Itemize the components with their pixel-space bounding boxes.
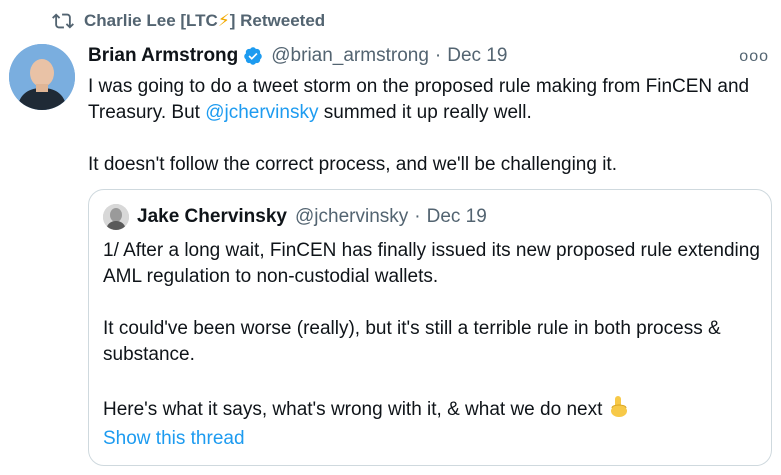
author-name[interactable]: Brian Armstrong <box>88 45 238 67</box>
tweet-text-line2: It doesn't follow the correct process, a… <box>88 154 617 175</box>
verified-badge-icon <box>244 47 263 65</box>
quoted-author-name: Jake Chervinsky <box>137 206 287 227</box>
show-thread-link[interactable]: Show this thread <box>103 428 245 450</box>
author-handle[interactable]: @brian_armstrong <box>271 45 429 67</box>
pointing-down-icon <box>611 396 628 417</box>
quoted-tweet-header: Jake Chervinsky @jchervinsky · Dec 19 <box>103 204 487 230</box>
mention-link[interactable]: @jchervinsky <box>205 102 318 123</box>
tweet-text: I was going to do a tweet storm on the p… <box>88 74 768 178</box>
retweet-context[interactable]: Charlie Lee [LTC⚡] Retweeted <box>52 10 325 32</box>
quoted-tweet-text: 1/ After a long wait, FinCEN has finally… <box>103 238 763 423</box>
tweet-header: Brian Armstrong @brian_armstrong · Dec 1… <box>88 45 771 67</box>
avatar-image <box>9 44 75 110</box>
quoted-paragraph: 1/ After a long wait, FinCEN has finally… <box>103 240 760 287</box>
separator-dot: · <box>434 45 442 66</box>
quoted-tweet-date: Dec 19 <box>426 206 487 227</box>
quoted-paragraph: Here's what it says, what's wrong with i… <box>103 394 763 423</box>
quoted-tweet[interactable]: Jake Chervinsky @jchervinsky · Dec 19 1/… <box>88 189 772 466</box>
quoted-avatar <box>103 204 129 230</box>
separator-dot: · <box>414 206 421 227</box>
more-options-icon[interactable]: ooo <box>739 48 769 66</box>
retweet-icon <box>52 13 74 29</box>
quoted-paragraph: It could've been worse (really), but it'… <box>103 318 721 365</box>
lightning-icon: ⚡ <box>217 11 230 30</box>
avatar[interactable] <box>9 44 75 110</box>
quoted-author-handle: @jchervinsky <box>295 206 409 227</box>
retweeter-label[interactable]: Charlie Lee [LTC⚡] Retweeted <box>84 11 325 31</box>
tweet-date[interactable]: Dec 19 <box>447 45 507 67</box>
